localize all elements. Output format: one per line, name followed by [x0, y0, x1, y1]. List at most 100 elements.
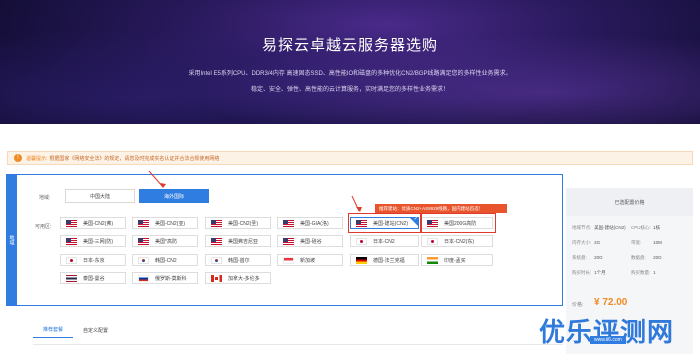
flag-ru-icon — [138, 274, 149, 282]
flag-th-icon — [66, 274, 77, 282]
summary-row: 系统盘: 20G 数据盘: 20G — [572, 255, 690, 261]
zone-option[interactable]: 日本-CN2(东) — [421, 235, 493, 247]
flag-in-icon — [427, 256, 438, 264]
hero-title: 易探云卓越云服务器选购 — [261, 37, 438, 54]
hero-banner: 易探云卓越云服务器选购 采用Intel E5系列CPU、DDR3/4内存 高速固… — [0, 0, 700, 124]
zone-label: 可用区: — [35, 224, 52, 230]
flag-us-icon — [211, 237, 222, 245]
zone-label-text: 韩国-CN2 — [155, 257, 177, 264]
zone-label-text: 美国-CN2(弗) — [83, 220, 113, 227]
notice-text: 根据国家《网络安全法》的规定，请您及时完成实名认证并合法合规使用网络 — [49, 155, 220, 162]
summary-value: 20G — [653, 255, 662, 260]
tab-custom[interactable]: 自定义配置 — [73, 322, 118, 338]
zone-option[interactable]: 俄罗斯-莫斯科 — [132, 272, 198, 284]
zone-label-text: 印度-孟买 — [444, 257, 466, 264]
zone-label-text: 日本-CN2 — [373, 238, 395, 245]
flag-us-icon — [211, 219, 222, 227]
flag-us-icon — [283, 237, 294, 245]
zone-label-text: 美国弗吉尼亚 — [228, 238, 259, 245]
zone-option[interactable]: 美国-GIA(洛) — [277, 217, 343, 229]
notice-label: 温馨提示: — [26, 155, 48, 162]
zone-option[interactable]: 美国*高防 — [132, 235, 198, 247]
zone-option[interactable]: 日本-东京 — [60, 254, 126, 266]
hero-description: 采用Intel E5系列CPU、DDR3/4内存 高速固态SSD、高性能IO和磁… — [188, 71, 512, 77]
zone-label-text: 泰国-曼谷 — [83, 275, 105, 282]
zone-option[interactable]: 美国-CN2(弗) — [60, 217, 126, 229]
flag-kr-icon — [138, 256, 149, 264]
region-label: 地域: — [39, 195, 51, 201]
package-tabs: 推荐套餐 自定义配置 — [33, 322, 118, 338]
summary-key: 系统盘: — [572, 255, 587, 260]
page: 易探云卓越云服务器选购 采用Intel E5系列CPU、DDR3/4内存 高速固… — [0, 0, 700, 354]
zone-option[interactable]: 韩国-CN2 — [132, 254, 198, 266]
hero-description-2: 稳定、安全、弹性、高性能的云计算服务，实时满足您的多样性业务需求！ — [250, 87, 449, 93]
summary-key: 购买时长: — [572, 270, 592, 275]
zone-option[interactable]: 泰国-曼谷 — [60, 272, 126, 284]
notice-bar: ! 温馨提示: 根据国家《网络安全法》的规定，请您及时完成实名认证并合法合规使用… — [7, 151, 693, 165]
zone-label-text: 日本-CN2(东) — [444, 238, 474, 245]
summary-value: 美国-建站(CN2) — [594, 225, 626, 230]
zone-option[interactable]: 美国-CN2(亚) — [132, 217, 198, 229]
highlight-box — [348, 213, 421, 233]
watermark-sub: www.ii6.com — [590, 336, 626, 344]
region-mainland-button[interactable]: 中国大陆 — [65, 189, 135, 203]
summary-key: CPU核心: — [631, 225, 651, 230]
zone-option[interactable]: 美国-CN2(圣) — [205, 217, 271, 229]
flag-jp-icon — [66, 256, 77, 264]
flag-sg-icon — [283, 256, 294, 264]
zone-label-text: 新加坡 — [300, 257, 316, 264]
tab-recommended[interactable]: 推荐套餐 — [33, 322, 74, 338]
summary-value: 20G — [594, 255, 603, 260]
zone-option[interactable]: 美国-三网(防) — [60, 235, 126, 247]
zone-option[interactable]: 日本-CN2 — [350, 235, 419, 247]
zone-label-text: 日本-东京 — [83, 257, 105, 264]
summary-value: 1 — [653, 270, 656, 275]
zone-label-text: 美国*高防 — [155, 238, 177, 245]
zone-label-text: 美国-GIA(洛) — [300, 220, 329, 227]
summary-key: 购买数量: — [631, 270, 651, 275]
summary-key: 数据盘: — [631, 255, 646, 260]
flag-us-icon — [138, 237, 149, 245]
flag-us-icon — [138, 219, 149, 227]
zone-option[interactable]: 美国弗吉尼亚 — [205, 235, 271, 247]
zone-label-text: 美国-CN2(亚) — [155, 220, 185, 227]
region-overseas-button[interactable]: 海外国际 — [139, 189, 209, 203]
zone-option[interactable]: 韩国-首尔 — [205, 254, 271, 266]
summary-value: 1个月 — [594, 270, 606, 275]
zone-option[interactable]: 德国-法兰克福 — [350, 254, 419, 266]
divider — [33, 344, 563, 354]
summary-key: 内存大小: — [572, 240, 592, 245]
summary-row: 购买时长: 1个月 购买数量: 1 — [572, 270, 690, 276]
warning-icon: ! — [14, 154, 22, 162]
flag-us-icon — [66, 237, 77, 245]
zone-option[interactable]: 新加坡 — [277, 254, 343, 266]
zone-label-text: 美国-硅谷 — [300, 238, 322, 245]
zone-label-text: 韩国-首尔 — [228, 257, 250, 264]
flag-jp-icon — [427, 237, 438, 245]
flag-ca-icon — [211, 274, 222, 282]
highlight-box-2 — [421, 213, 496, 233]
zone-option[interactable]: 加拿大-多伦多 — [205, 272, 271, 284]
flag-us-icon — [66, 219, 77, 227]
price-label: 价格: — [572, 302, 584, 308]
zone-label-text: 俄罗斯-莫斯科 — [155, 275, 187, 282]
summary-row: 内存大小: 2G 带宽: 10M — [572, 240, 690, 246]
summary-value: 2G — [594, 240, 601, 245]
zone-label-text: 加拿大-多伦多 — [228, 275, 260, 282]
zone-label-text: 德国-法兰克福 — [373, 257, 405, 264]
panel-side-tab: 地域 — [7, 175, 17, 305]
summary-value: 10M — [653, 240, 662, 245]
flag-kr-icon — [211, 256, 222, 264]
recommend-tooltip: 推荐建站：优质CN2+AS9929线路，国内建站首选！ — [375, 204, 507, 213]
flag-us-icon — [283, 219, 294, 227]
summary-key: 带宽: — [631, 240, 642, 245]
summary-row: 地域节点: 美国-建站(CN2) CPU核心: 1核 — [572, 225, 690, 231]
zone-label-text: 美国-CN2(圣) — [228, 220, 258, 227]
zone-option[interactable]: 美国-硅谷 — [277, 235, 343, 247]
flag-de-icon — [356, 256, 367, 264]
summary-value: 1核 — [653, 225, 661, 230]
flag-jp-icon — [356, 237, 367, 245]
zone-option[interactable]: 印度-孟买 — [421, 254, 493, 266]
price-value: ¥ 72.00 — [594, 297, 628, 308]
summary-title: 已选配置价格 — [566, 188, 693, 216]
